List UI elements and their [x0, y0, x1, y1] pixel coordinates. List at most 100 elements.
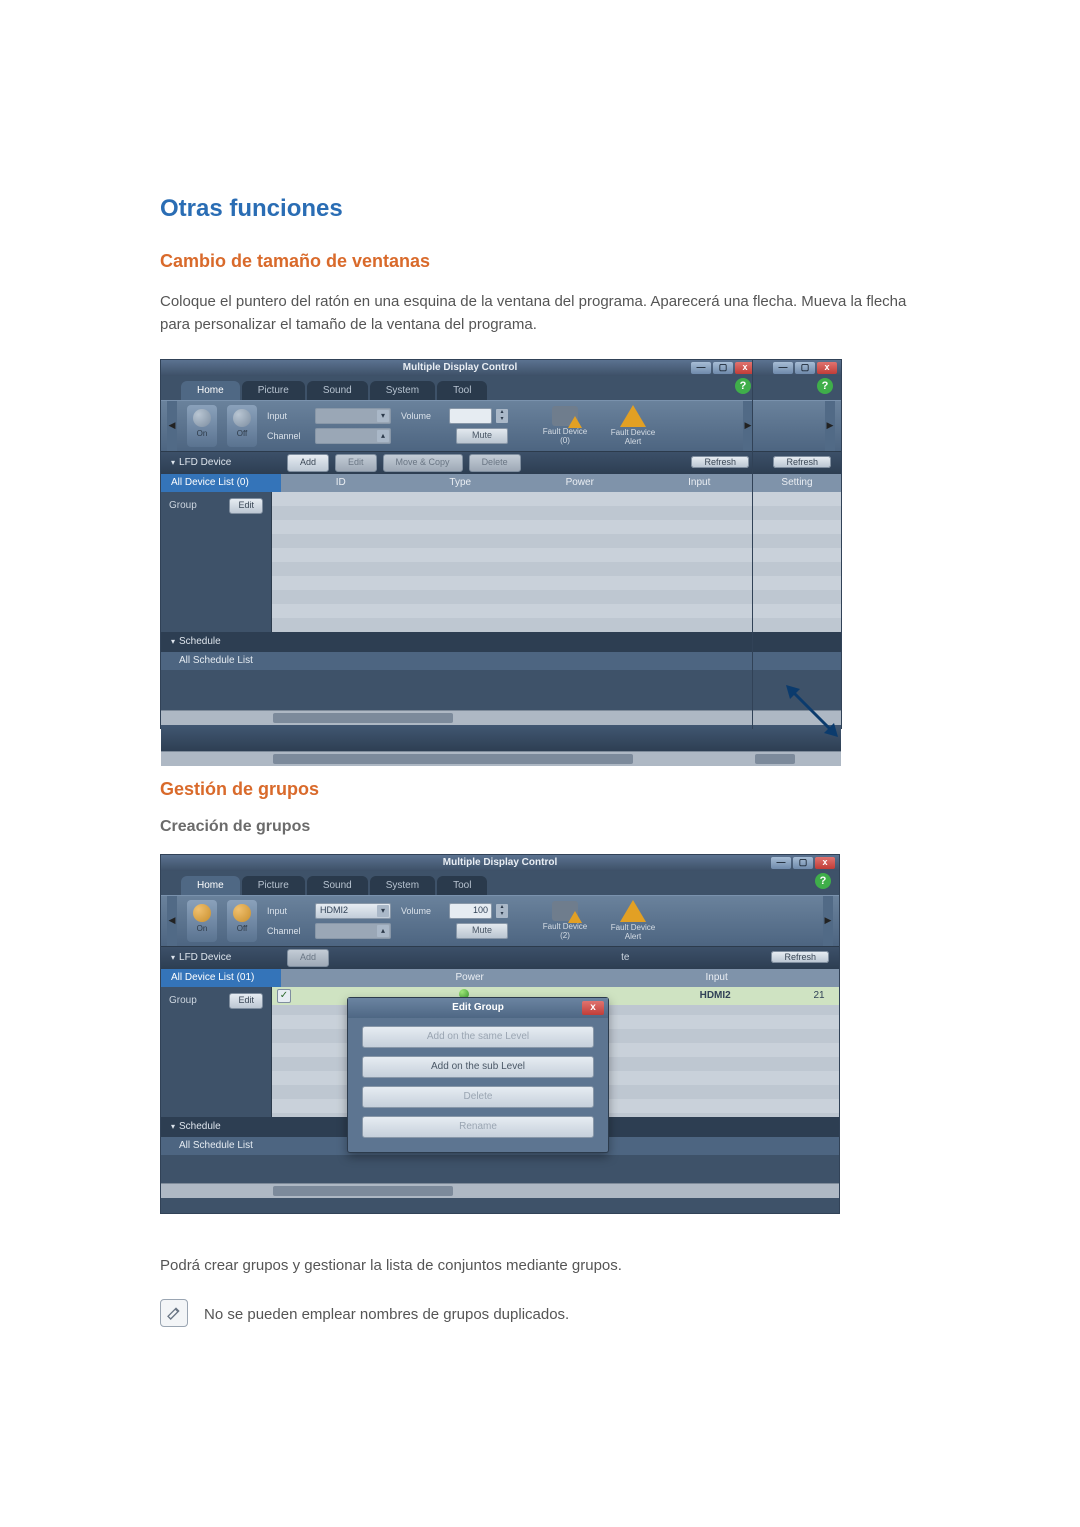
col-setting: Setting: [753, 477, 841, 488]
refresh-button[interactable]: Refresh: [691, 456, 749, 468]
power-on-label: On: [197, 924, 208, 933]
screenshot-resize: Multiple Display Control — ▢ x ? Home Pi…: [160, 359, 840, 739]
page-title: Otras funciones: [160, 195, 920, 223]
horizontal-scrollbar[interactable]: [161, 710, 759, 725]
volume-input[interactable]: [449, 408, 492, 424]
monitor-alert-icon: [552, 406, 578, 426]
refresh-button[interactable]: Refresh: [771, 951, 829, 963]
help-icon[interactable]: ?: [815, 873, 831, 889]
edit-button[interactable]: Edit: [335, 454, 377, 472]
nav-left-icon[interactable]: ◀: [167, 896, 177, 946]
toolbar: ◀ On Off Input HDMI2▾ Channel ▴ Volume: [161, 895, 839, 947]
tab-picture[interactable]: Picture: [242, 876, 305, 895]
row-checkbox[interactable]: ✓: [277, 989, 291, 1003]
volume-input[interactable]: 100: [449, 903, 492, 919]
col-power: Power: [305, 972, 634, 983]
mdc-window-main: Multiple Display Control — ▢ x ? Home Pi…: [160, 359, 760, 729]
dialog-close-button[interactable]: x: [582, 1001, 604, 1015]
tab-picture[interactable]: Picture: [242, 381, 305, 400]
channel-select[interactable]: ▴: [315, 428, 391, 444]
volume-stepper[interactable]: ▴▾: [496, 409, 508, 423]
minimize-button[interactable]: —: [691, 362, 711, 374]
all-schedule-list[interactable]: All Schedule List: [161, 652, 759, 670]
input-label: Input: [267, 411, 311, 421]
close-button[interactable]: x: [815, 857, 835, 869]
toolbar: ◀ On Off Input ▾ Channel ▴ Volume: [161, 400, 759, 452]
lfd-device-header[interactable]: ▾LFD Device: [161, 457, 281, 468]
group-edit-button[interactable]: Edit: [229, 993, 263, 1009]
nav-right-icon[interactable]: ▶: [825, 401, 835, 451]
lfd-device-header[interactable]: ▾LFD Device: [161, 952, 281, 963]
section-resize-heading: Cambio de tamaño de ventanas: [160, 251, 920, 272]
tab-sound[interactable]: Sound: [307, 381, 368, 400]
stepper-icon: ▴: [377, 925, 389, 937]
screenshot-groups: Multiple Display Control — ▢ x ? Home Pi…: [160, 854, 920, 1214]
note-text: No se pueden emplear nombres de grupos d…: [204, 1303, 569, 1326]
section-create-groups-heading: Creación de grupos: [160, 818, 920, 836]
input-select[interactable]: ▾: [315, 408, 391, 424]
monitor-alert-icon: [552, 901, 578, 921]
close-button[interactable]: x: [817, 362, 837, 374]
group-label: Group: [169, 995, 197, 1006]
tab-tool[interactable]: Tool: [437, 381, 487, 400]
horizontal-scrollbar-2[interactable]: [161, 751, 759, 766]
add-sub-level-option[interactable]: Add on the sub Level: [362, 1056, 594, 1078]
channel-label: Channel: [267, 431, 311, 441]
add-button[interactable]: Add: [287, 949, 329, 967]
rename-group-option[interactable]: Rename: [362, 1116, 594, 1138]
col-type: Type: [401, 477, 521, 488]
chevron-down-icon: ▾: [377, 905, 389, 917]
all-device-list-header[interactable]: All Device List (0): [161, 474, 281, 492]
mute-button[interactable]: Mute: [456, 428, 508, 444]
delete-group-option[interactable]: Delete: [362, 1086, 594, 1108]
delete-button[interactable]: Delete: [469, 454, 521, 472]
group-edit-button[interactable]: Edit: [229, 498, 263, 514]
maximize-button[interactable]: ▢: [793, 857, 813, 869]
note-row: No se pueden emplear nombres de grupos d…: [160, 1299, 920, 1327]
maximize-button[interactable]: ▢: [713, 362, 733, 374]
nav-right-icon[interactable]: ▶: [823, 896, 833, 946]
power-off-button[interactable]: Off: [227, 900, 257, 942]
power-on-button[interactable]: On: [187, 405, 217, 447]
all-device-list-header[interactable]: All Device List (01): [161, 969, 281, 987]
help-icon[interactable]: ?: [817, 378, 833, 394]
power-on-label: On: [197, 429, 208, 438]
grid-header: All Device List (0) ID Type Power Input: [161, 474, 759, 492]
minimize-button[interactable]: —: [771, 857, 791, 869]
power-on-button[interactable]: On: [187, 900, 217, 942]
volume-stepper[interactable]: ▴▾: [496, 904, 508, 918]
tab-home[interactable]: Home: [181, 381, 240, 400]
minimize-button[interactable]: —: [773, 362, 793, 374]
row-input-value: HDMI2: [631, 990, 799, 1001]
move-copy-button[interactable]: Move & Copy: [383, 454, 463, 472]
fault-alert-indicator[interactable]: Fault Device Alert: [604, 900, 662, 942]
add-same-level-option[interactable]: Add on the same Level: [362, 1026, 594, 1048]
fault-alert-indicator[interactable]: Fault Device Alert: [604, 405, 662, 447]
tab-sound[interactable]: Sound: [307, 876, 368, 895]
add-button[interactable]: Add: [287, 454, 329, 472]
nav-left-icon[interactable]: ◀: [167, 401, 177, 451]
horizontal-scrollbar[interactable]: [161, 1183, 839, 1198]
maximize-button[interactable]: ▢: [795, 362, 815, 374]
volume-label: Volume: [401, 906, 445, 916]
power-off-label: Off: [237, 924, 248, 933]
tab-system[interactable]: System: [370, 381, 435, 400]
tab-tool[interactable]: Tool: [437, 876, 487, 895]
tab-home[interactable]: Home: [181, 876, 240, 895]
fault-device-indicator[interactable]: Fault Device(0): [536, 406, 594, 446]
fault-device-indicator[interactable]: Fault Device(2): [536, 901, 594, 941]
power-off-button[interactable]: Off: [227, 405, 257, 447]
mute-button[interactable]: Mute: [456, 923, 508, 939]
chevron-down-icon: ▾: [377, 410, 389, 422]
volume-label: Volume: [401, 411, 445, 421]
channel-select[interactable]: ▴: [315, 923, 391, 939]
mdc-window: Multiple Display Control — ▢ x ? Home Pi…: [160, 854, 840, 1214]
schedule-header[interactable]: ▾Schedule: [161, 632, 759, 652]
input-select[interactable]: HDMI2▾: [315, 903, 391, 919]
refresh-button[interactable]: Refresh: [773, 456, 831, 468]
input-label: Input: [267, 906, 311, 916]
tab-system[interactable]: System: [370, 876, 435, 895]
help-icon[interactable]: ?: [735, 378, 751, 394]
device-sidebar: Group Edit: [161, 492, 272, 632]
col-input: Input: [640, 477, 760, 488]
